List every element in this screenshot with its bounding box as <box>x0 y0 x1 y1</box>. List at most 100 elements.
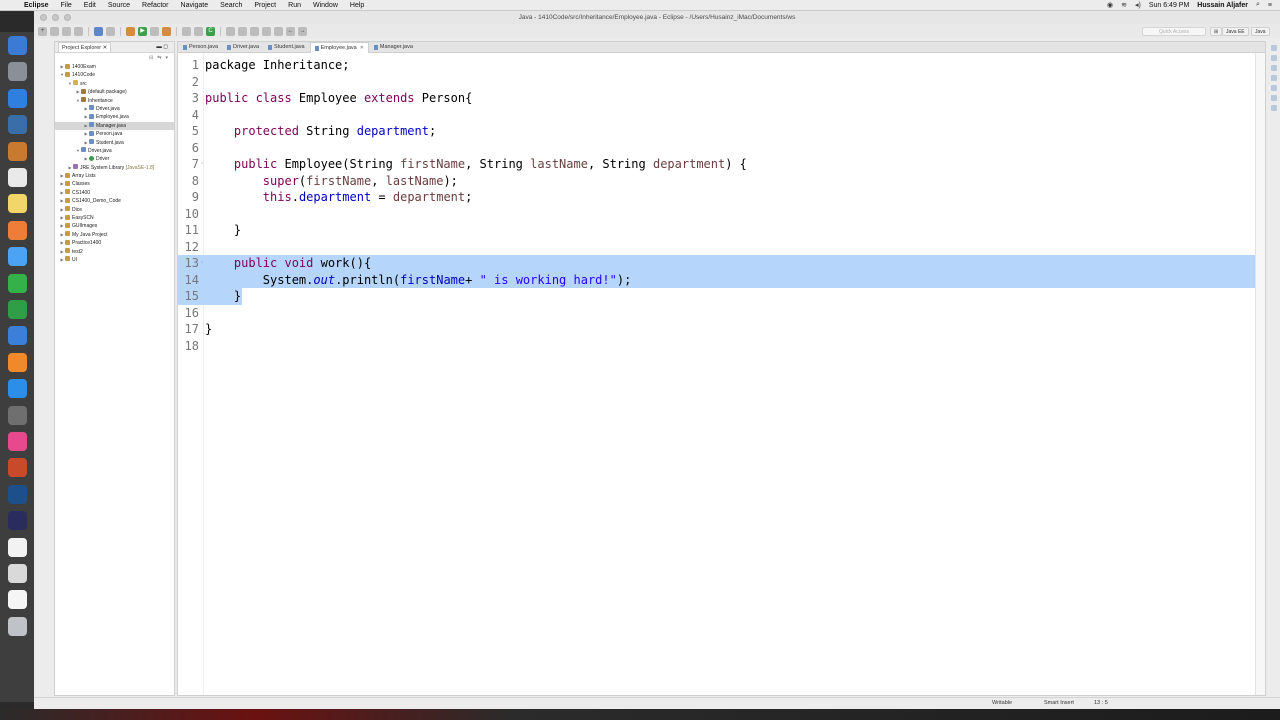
quick-access-input[interactable]: Quick Access <box>1142 27 1206 36</box>
code-line[interactable]: 1 package Inheritance; <box>178 57 1256 74</box>
tree-item[interactable]: ▶ 1400Exam <box>55 63 174 71</box>
tree-item[interactable]: ▶ UI <box>55 256 174 264</box>
tree-item[interactable]: ▶ GUIImages <box>55 222 174 230</box>
menu-item[interactable]: File <box>55 2 78 9</box>
next-annotation-icon[interactable] <box>262 26 271 36</box>
problems-view-icon[interactable] <box>1271 65 1277 71</box>
tree-item[interactable]: ▶ CS1400 <box>55 189 174 197</box>
tree-item[interactable]: ▶ (default package) <box>55 88 174 96</box>
editor-tab[interactable]: Employee.java ✕ <box>309 42 369 54</box>
editor-tab[interactable]: Manager.java <box>370 42 417 53</box>
quicktime-icon[interactable] <box>8 484 27 504</box>
coverage-icon[interactable] <box>150 26 159 36</box>
view-menu-icon[interactable]: ▾ <box>165 55 168 61</box>
system-preferences-icon[interactable] <box>8 405 27 425</box>
fold-marker-icon[interactable]: ◦ <box>200 156 204 173</box>
powerpoint-icon[interactable] <box>8 458 27 478</box>
tree-item[interactable]: ▶ Driver <box>55 155 174 163</box>
books-icon[interactable] <box>8 352 27 372</box>
notification-icon[interactable]: ◉ <box>1107 1 1113 9</box>
perspective-java-ee[interactable]: Java EE <box>1222 27 1249 36</box>
tree-item[interactable]: ▶ Dice <box>55 206 174 214</box>
mark-occurrences-icon[interactable] <box>250 26 259 36</box>
javadoc-view-icon[interactable] <box>1271 75 1277 81</box>
menu-item[interactable]: Window <box>307 2 344 9</box>
control-menu-icon[interactable]: ≡ <box>1268 2 1272 9</box>
code-line[interactable]: 4 <box>178 107 1256 124</box>
external-tools-icon[interactable] <box>162 26 171 36</box>
tab-project-explorer[interactable]: Project Explorer ✕ <box>58 42 112 52</box>
back-icon[interactable]: ← <box>286 26 295 36</box>
minimize-view-icon[interactable]: ▬ ◻ <box>156 44 174 50</box>
tree-item[interactable]: ▶ Classes <box>55 180 174 188</box>
forward-icon[interactable]: → <box>298 26 307 36</box>
code-line[interactable]: 16 <box>178 305 1256 322</box>
code-line[interactable]: 15 } <box>178 288 1256 305</box>
wifi-icon[interactable]: ≋ <box>1121 1 1127 9</box>
notes-icon[interactable] <box>8 194 27 214</box>
menu-item[interactable]: Search <box>214 2 248 9</box>
code-line[interactable]: 10 <box>178 206 1256 223</box>
minimize-window-button[interactable] <box>52 14 59 21</box>
code-line[interactable]: 6 <box>178 140 1256 157</box>
calendar-icon[interactable] <box>8 168 27 187</box>
tree-item[interactable]: ▶ Student.java <box>55 139 174 147</box>
new-package-icon[interactable] <box>194 26 203 36</box>
menu-item[interactable]: Run <box>282 2 307 9</box>
menu-user-name[interactable]: Hussain Aljafer <box>1197 2 1248 9</box>
print-icon[interactable] <box>74 26 83 36</box>
close-tab-icon[interactable]: ✕ <box>103 45 108 51</box>
editor-tab[interactable]: Student.java <box>264 42 309 53</box>
outline-view-icon[interactable] <box>1271 45 1277 51</box>
itunes-icon[interactable] <box>8 432 27 451</box>
overview-ruler[interactable] <box>1255 53 1265 695</box>
menu-item[interactable]: Edit <box>78 2 102 9</box>
search-tool-icon[interactable] <box>238 26 247 36</box>
tree-item[interactable]: ▶ My Java Project <box>55 231 174 239</box>
close-window-button[interactable] <box>40 14 47 21</box>
code-line[interactable]: 3 public class Employee extends Person{ <box>178 90 1256 107</box>
console-view-icon[interactable] <box>1271 95 1277 101</box>
messages-icon[interactable] <box>8 247 27 267</box>
tree-item[interactable]: ▶ Array Lists <box>55 172 174 180</box>
code-area[interactable]: 1 package Inheritance; 2 3 public class Empl… <box>178 57 1256 354</box>
launchpad-icon[interactable] <box>8 62 27 82</box>
code-line[interactable]: 2 <box>178 74 1256 91</box>
new-java-project-icon[interactable] <box>182 26 191 36</box>
menu-item[interactable]: Help <box>344 2 370 9</box>
tree-item[interactable]: ▼ 1410Code <box>55 71 174 79</box>
tree-item[interactable]: ▼ src <box>55 80 174 88</box>
stack-icon[interactable] <box>8 564 27 583</box>
close-tab-icon[interactable]: ✕ <box>360 43 364 54</box>
open-type-icon[interactable] <box>226 26 235 36</box>
menu-app-name[interactable]: Eclipse <box>22 2 55 9</box>
tree-item[interactable]: ▶ Person.java <box>55 130 174 138</box>
search-icon[interactable]: ⌕ <box>1256 1 1260 9</box>
menu-item[interactable]: Refactor <box>136 2 174 9</box>
keynote-icon[interactable] <box>8 326 27 346</box>
menu-item[interactable]: Project <box>248 2 282 9</box>
editor-tab[interactable]: Driver.java <box>223 42 263 53</box>
collapsed-arrow-icon[interactable]: ▶ <box>83 155 89 163</box>
tree-item[interactable]: ▶ CS1400_Demo_Code <box>55 197 174 205</box>
debug-icon[interactable] <box>126 26 135 36</box>
fold-marker-icon[interactable]: ◦ <box>200 255 204 272</box>
menu-clock[interactable]: Sun 6:49 PM <box>1149 2 1189 9</box>
collapse-all-icon[interactable]: ⊟ <box>149 55 153 61</box>
terminal-icon[interactable] <box>94 26 103 36</box>
code-line[interactable]: 18 <box>178 338 1256 355</box>
tree-item[interactable]: ▶ EasySCN <box>55 214 174 222</box>
code-line[interactable]: 9 this.department = department; <box>178 189 1256 206</box>
code-line[interactable]: 8 super(firstName, lastName); <box>178 173 1256 190</box>
documents-icon[interactable] <box>8 537 27 557</box>
safari-icon[interactable] <box>8 88 27 108</box>
code-line[interactable]: 17} <box>178 321 1256 338</box>
code-line[interactable]: 5 protected String department; <box>178 123 1256 140</box>
save-icon[interactable] <box>50 26 59 36</box>
trash-icon[interactable] <box>8 616 27 636</box>
text-file-icon[interactable] <box>8 590 27 610</box>
tree-item[interactable]: ▼ Inheritance <box>55 97 174 105</box>
notes-book-icon[interactable] <box>8 141 27 161</box>
photos-icon[interactable] <box>8 220 27 240</box>
run-icon[interactable]: ▶ <box>138 26 147 36</box>
